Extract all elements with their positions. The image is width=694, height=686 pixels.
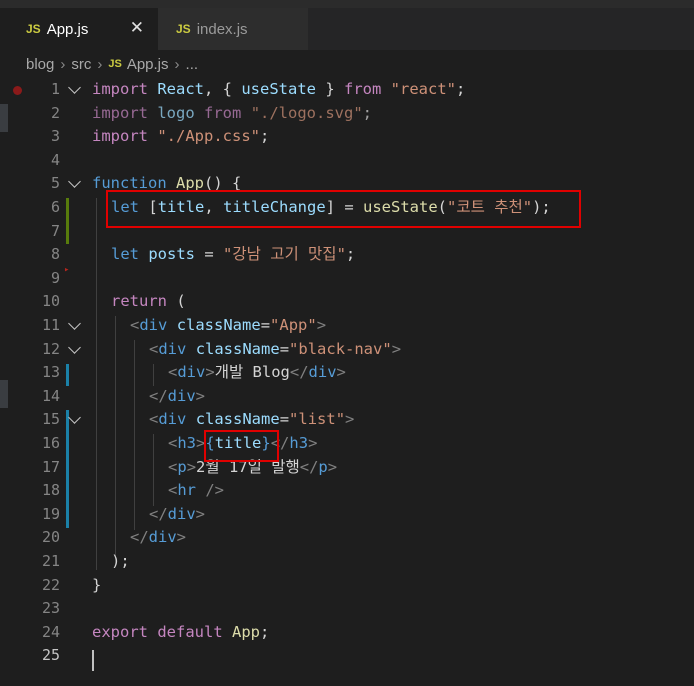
line-number: 7 bbox=[50, 221, 60, 240]
code-line: 1 import React, { useState } from "react… bbox=[0, 78, 694, 102]
breadcrumb: blog › src › JS App.js › ... bbox=[0, 50, 694, 78]
code-line: 11 <div className="App"> bbox=[0, 314, 694, 338]
code-line: 14 </div> bbox=[0, 385, 694, 409]
breadcrumb-item[interactable]: ... bbox=[186, 56, 199, 73]
code-line: 12 <div className="black-nav"> bbox=[0, 338, 694, 362]
line-number: 18 bbox=[41, 481, 60, 500]
line-number: 2 bbox=[50, 103, 60, 122]
code-text: import "./App.css"; bbox=[92, 127, 270, 146]
line-number: 5 bbox=[50, 174, 60, 193]
line-number: 21 bbox=[41, 552, 60, 570]
code-text: </div> bbox=[149, 386, 206, 405]
editor-tab-bar: JS App.js ✕ JS index.js bbox=[0, 8, 694, 50]
code-line: 20 </div> bbox=[0, 526, 694, 550]
highlight-box-title bbox=[204, 430, 279, 462]
code-text: <div className="black-nav"> bbox=[149, 339, 402, 358]
chevron-down-icon[interactable] bbox=[68, 317, 81, 330]
tab-label: index.js bbox=[196, 20, 248, 38]
tab-label: App.js bbox=[46, 20, 89, 38]
chevron-right-icon: › bbox=[60, 55, 66, 73]
line-number: 24 bbox=[41, 622, 60, 641]
code-line: 21 ); bbox=[0, 550, 694, 574]
code-line: 3 import "./App.css"; bbox=[0, 125, 694, 149]
javascript-file-icon: JS bbox=[176, 22, 191, 36]
code-line: 13 <div>개발 Blog</div> bbox=[0, 361, 694, 385]
code-text: <hr /> bbox=[168, 481, 225, 500]
chevron-down-icon[interactable] bbox=[68, 411, 81, 425]
code-text: </div> bbox=[149, 504, 206, 523]
chevron-right-icon: › bbox=[97, 55, 103, 73]
code-line: 24 export default App; bbox=[0, 621, 694, 645]
javascript-file-icon: JS bbox=[108, 58, 122, 70]
chevron-down-icon[interactable] bbox=[68, 340, 81, 354]
line-number: 6 bbox=[50, 198, 60, 216]
line-number: 25 bbox=[41, 646, 60, 665]
code-text: </div> bbox=[130, 528, 187, 547]
chevron-right-icon: › bbox=[174, 55, 180, 73]
javascript-file-icon: JS bbox=[26, 22, 41, 36]
title-strip bbox=[0, 0, 694, 8]
code-line: 15 <div className="list"> bbox=[0, 408, 694, 432]
line-number: 3 bbox=[50, 127, 60, 146]
line-number: 10 bbox=[41, 292, 60, 311]
line-number: 4 bbox=[50, 150, 60, 169]
line-number: 22 bbox=[41, 575, 60, 594]
chevron-down-icon[interactable] bbox=[68, 175, 81, 189]
line-number: 9 bbox=[50, 268, 60, 287]
line-number: 14 bbox=[41, 386, 60, 405]
code-line: 22 } bbox=[0, 574, 694, 598]
line-number: 20 bbox=[41, 528, 60, 547]
code-line: 23 bbox=[0, 597, 694, 621]
code-text: export default App; bbox=[92, 622, 270, 641]
code-line: 25 bbox=[0, 644, 694, 668]
line-number: 1 bbox=[50, 80, 60, 98]
code-text: import React, { useState } from "react"; bbox=[92, 80, 466, 98]
code-text: let posts = "강남 고기 맛집"; bbox=[111, 245, 356, 264]
text-cursor bbox=[92, 650, 94, 671]
code-line: 8 let posts = "강남 고기 맛집"; bbox=[0, 243, 694, 267]
breadcrumb-item[interactable]: App.js bbox=[127, 56, 169, 73]
line-number: 8 bbox=[50, 245, 60, 264]
code-text: import logo from "./logo.svg"; bbox=[92, 103, 373, 122]
code-line: 4 bbox=[0, 149, 694, 173]
code-line: 18 <hr /> bbox=[0, 479, 694, 503]
code-text: <div>개발 Blog</div> bbox=[168, 363, 346, 382]
line-number: 16 bbox=[41, 434, 60, 452]
code-text: <div className="App"> bbox=[130, 316, 327, 334]
code-line: 16 <h3>{title}</h3> bbox=[0, 432, 694, 456]
code-line: 9 bbox=[0, 267, 694, 291]
chevron-down-icon[interactable] bbox=[68, 81, 81, 94]
breadcrumb-item[interactable]: src bbox=[71, 56, 91, 73]
code-line: 19 </div> bbox=[0, 503, 694, 527]
line-number: 17 bbox=[41, 457, 60, 476]
code-text: return ( bbox=[111, 292, 186, 311]
tab-app-js[interactable]: JS App.js ✕ bbox=[0, 8, 158, 50]
code-line: 10 return ( bbox=[0, 290, 694, 314]
code-line: 17 <p>2월 17일 발행</p> bbox=[0, 456, 694, 480]
close-icon[interactable]: ✕ bbox=[130, 18, 144, 38]
line-number: 19 bbox=[41, 504, 60, 523]
line-number: 23 bbox=[41, 599, 60, 618]
breadcrumb-item[interactable]: blog bbox=[26, 56, 54, 73]
code-text: <div className="list"> bbox=[149, 410, 355, 429]
tab-index-js[interactable]: JS index.js bbox=[158, 8, 308, 50]
code-text: } bbox=[92, 575, 102, 594]
highlight-box-usestate bbox=[106, 190, 581, 228]
line-number: 12 bbox=[41, 339, 60, 358]
code-text: ); bbox=[111, 552, 130, 570]
line-number: 11 bbox=[41, 316, 60, 334]
code-line: 2 import logo from "./logo.svg"; bbox=[0, 102, 694, 126]
line-number: 15 bbox=[41, 410, 60, 429]
line-number: 13 bbox=[41, 363, 60, 382]
